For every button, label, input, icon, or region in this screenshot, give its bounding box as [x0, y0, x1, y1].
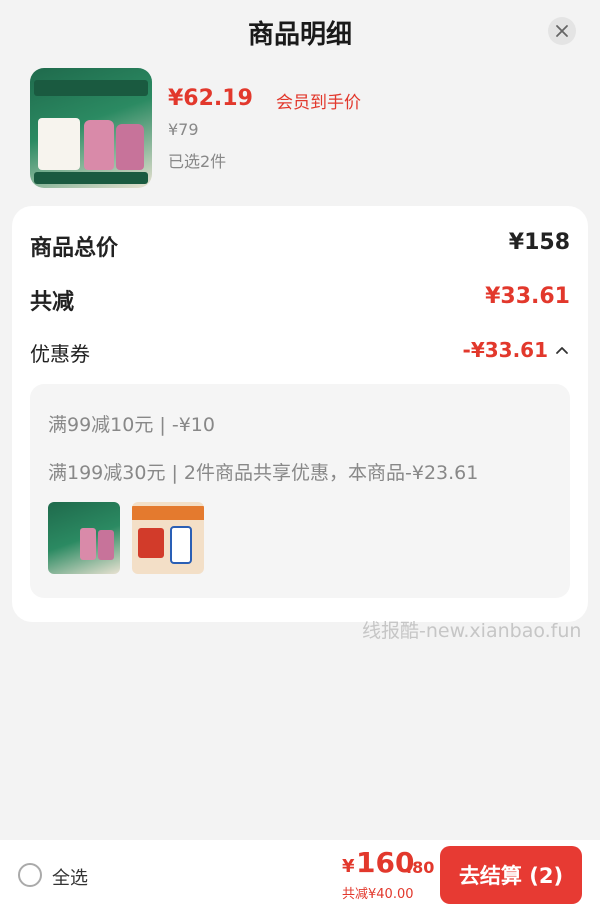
checkout-button[interactable]: 去结算 (2) — [440, 846, 582, 904]
coupon-label: 优惠券 — [30, 342, 90, 366]
close-icon — [556, 25, 568, 37]
final-reduce[interactable]: 共减¥40.00 — [342, 883, 414, 902]
final-price-currency: ¥ — [342, 856, 355, 877]
select-all-label[interactable]: 全选 — [52, 864, 88, 890]
coupon-value: -¥33.61 — [462, 338, 548, 362]
final-price-decimal: .80 — [406, 858, 435, 877]
total-value: ¥158 — [508, 230, 570, 255]
close-button[interactable] — [548, 17, 576, 45]
select-all-radio[interactable] — [18, 863, 42, 887]
member-price-label: 会员到手价 — [276, 93, 361, 113]
reduce-label: 共减 — [30, 290, 75, 315]
original-price: ¥79 — [168, 120, 199, 139]
product-image[interactable] — [30, 68, 152, 188]
bottom-bar: 全选 ¥ 160 .80 共减¥40.00 去结算 (2) — [0, 840, 600, 906]
selected-count: 已选2件 — [168, 152, 227, 171]
coupon-product-image-1[interactable] — [48, 502, 120, 574]
coupon-detail-box: 满99减10元 | -¥10 满199减30元 | 2件商品共享优惠，本商品-¥… — [30, 384, 570, 598]
header: 商品明细 — [0, 0, 600, 60]
coupon-product-image-2[interactable] — [132, 502, 204, 574]
member-price: ¥62.19 — [168, 86, 253, 111]
reduce-value: ¥33.61 — [485, 284, 570, 309]
coupon-rule-1: 满99减10元 | -¥10 — [48, 414, 215, 436]
coupon-rule-2: 满199减30元 | 2件商品共享优惠，本商品-¥23.61 — [48, 462, 479, 484]
chevron-up-icon[interactable] — [554, 342, 570, 358]
watermark: 线报酷-new.xianbao.fun — [362, 620, 582, 642]
total-label: 商品总价 — [30, 236, 119, 261]
product-card: ¥62.19 会员到手价 ¥79 已选2件 — [30, 68, 570, 188]
price-detail-panel: 商品总价 ¥158 共减 ¥33.61 优惠券 -¥33.61 满99减10元 … — [12, 206, 588, 622]
page-title: 商品明细 — [247, 20, 352, 50]
